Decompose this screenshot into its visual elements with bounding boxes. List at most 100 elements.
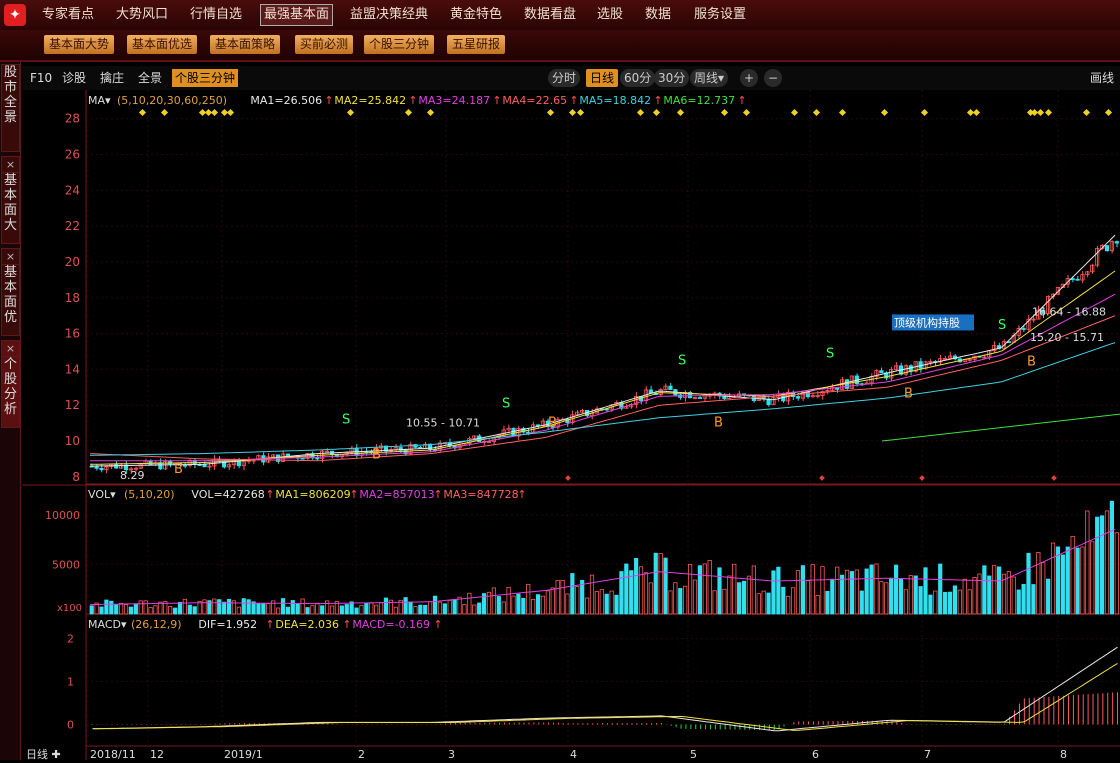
legends: MA▾ (5,10,20,30,60,250) MA1=26.506 ↑ MA2=25.…: [88, 94, 747, 631]
volume-bar: [996, 566, 1002, 615]
volume-bar: [467, 592, 472, 615]
event-diamond-icon: [972, 108, 981, 117]
sub-button[interactable]: 五星研报: [447, 35, 506, 54]
zoom-in-button[interactable]: +: [740, 69, 759, 87]
volume-bar: [687, 563, 693, 615]
f10-button[interactable]: F10: [30, 69, 52, 87]
chart-canvas[interactable]: 810121416182022242628500010000x100012201…: [22, 90, 1120, 761]
volume-bar: [89, 605, 94, 615]
volume-bar: [884, 582, 889, 615]
volume-bar: [496, 596, 501, 615]
app-logo-icon[interactable]: ✦: [4, 4, 26, 26]
volume-bar: [403, 597, 408, 615]
volume-bar: [599, 589, 604, 615]
event-diamond-icon: [1051, 475, 1057, 481]
volume-bar: [393, 606, 398, 615]
volume-bar: [114, 604, 119, 615]
volume-bar: [594, 591, 599, 615]
volume-bar: [580, 579, 585, 615]
volume-bar: [893, 564, 899, 615]
vol-legend-head: VOL▾: [88, 488, 116, 501]
volume-bar: [99, 606, 104, 615]
close-icon[interactable]: ×: [2, 341, 19, 357]
panorama-button[interactable]: 全景: [138, 69, 162, 87]
volume-bar: [305, 607, 310, 615]
volume-bar: [521, 597, 526, 615]
volume-bar: [614, 594, 619, 615]
close-icon[interactable]: ×: [2, 249, 19, 265]
sub-button[interactable]: 基本面策略: [210, 35, 281, 54]
nav-item[interactable]: 数据: [645, 5, 671, 25]
period-tab[interactable]: 分时: [548, 69, 581, 87]
event-diamond-icon: [812, 108, 821, 117]
sub-button[interactable]: 基本面大势: [44, 35, 115, 54]
volume-bar: [369, 602, 374, 615]
sidebar-tab-fund-best[interactable]: × 基本面优: [1, 248, 20, 336]
event-diamond-icon: [138, 108, 147, 117]
candle-body: [202, 464, 207, 468]
volume-bar: [790, 587, 796, 615]
volume-bar: [550, 587, 555, 615]
volume-bar: [903, 589, 908, 615]
trend-arrow-icon: ↑: [569, 94, 578, 107]
candle-body: [94, 465, 99, 469]
volume-bar: [643, 572, 649, 615]
axis-labels: 810121416182022242628500010000x100012201…: [26, 108, 1113, 761]
close-icon[interactable]: ×: [2, 157, 19, 173]
nav-item[interactable]: 益盟决策经典: [350, 5, 428, 25]
volume-bar: [840, 574, 845, 615]
period-tab[interactable]: 60分: [620, 69, 656, 87]
volume-bar: [374, 604, 379, 615]
candle-body: [697, 397, 702, 399]
vol-legend-item: VOL=427268: [191, 488, 264, 501]
ma-lines: [89, 234, 1120, 467]
volume-bar: [786, 595, 791, 615]
vol-legend-item: MA2=857013: [359, 488, 434, 501]
volume-bar: [143, 600, 148, 615]
sell-signal-marker: S: [502, 397, 510, 412]
volume-bar: [854, 569, 859, 615]
period-tab-active[interactable]: 日线: [586, 69, 619, 87]
volume-bar: [452, 599, 457, 615]
nav-item[interactable]: 数据看盘: [524, 5, 576, 25]
sub-button[interactable]: 个股三分钟: [364, 35, 435, 54]
nav-item[interactable]: 大势风口: [116, 5, 168, 25]
nav-item[interactable]: 选股: [597, 5, 623, 25]
volume-bar: [658, 553, 663, 615]
trend-arrow-icon: ↑: [433, 488, 442, 501]
volume-bar: [653, 552, 658, 615]
stock-chart[interactable]: 8 10 12 14 16 18 20 22 24 26 28 5000 10000 x100 0 1 2 201…: [22, 90, 1120, 761]
trend-arrow-icon: ↑: [492, 94, 501, 107]
candle-body: [114, 463, 119, 469]
volume-bar: [869, 564, 874, 615]
volume-bar: [1055, 546, 1061, 615]
nav-item[interactable]: 行情自选: [190, 5, 242, 25]
sidebar-tab-label: 基本面优: [3, 265, 17, 325]
event-diamond-icon: [636, 108, 645, 117]
ma-line: [89, 270, 1116, 465]
volume-bar: [378, 602, 384, 615]
sidebar-tab-fund-trend[interactable]: × 基本面大: [1, 156, 20, 244]
nav-item[interactable]: 黄金特色: [450, 5, 502, 25]
draw-line-button[interactable]: 画线: [1090, 69, 1114, 87]
sidebar-tab-stock-analysis[interactable]: × 个股分析: [1, 340, 20, 428]
diagnose-button[interactable]: 诊股: [62, 69, 86, 87]
nav-item[interactable]: 专家看点: [42, 5, 94, 25]
period-tab[interactable]: 周线▾: [690, 69, 729, 87]
period-tab[interactable]: 30分: [654, 69, 690, 87]
volume-bar: [584, 597, 590, 615]
zoom-out-button[interactable]: −: [764, 69, 783, 87]
volume-bars: [89, 500, 1119, 615]
volume-bar: [683, 585, 688, 615]
volume-bar: [1090, 541, 1095, 615]
volume-bar: [972, 577, 977, 615]
volume-bar: [761, 590, 766, 615]
three-min-button[interactable]: 个股三分钟: [172, 69, 239, 87]
sidebar-tab-market[interactable]: 股市全景: [1, 64, 20, 152]
nav-item-active[interactable]: 最强基本面: [260, 4, 334, 26]
volume-bar: [462, 604, 467, 615]
nav-item[interactable]: 服务设置: [694, 5, 746, 25]
sub-button[interactable]: 基本面优选: [127, 35, 198, 54]
sub-button[interactable]: 买前必测: [295, 35, 354, 54]
catch-button[interactable]: 擒庄: [100, 69, 124, 87]
